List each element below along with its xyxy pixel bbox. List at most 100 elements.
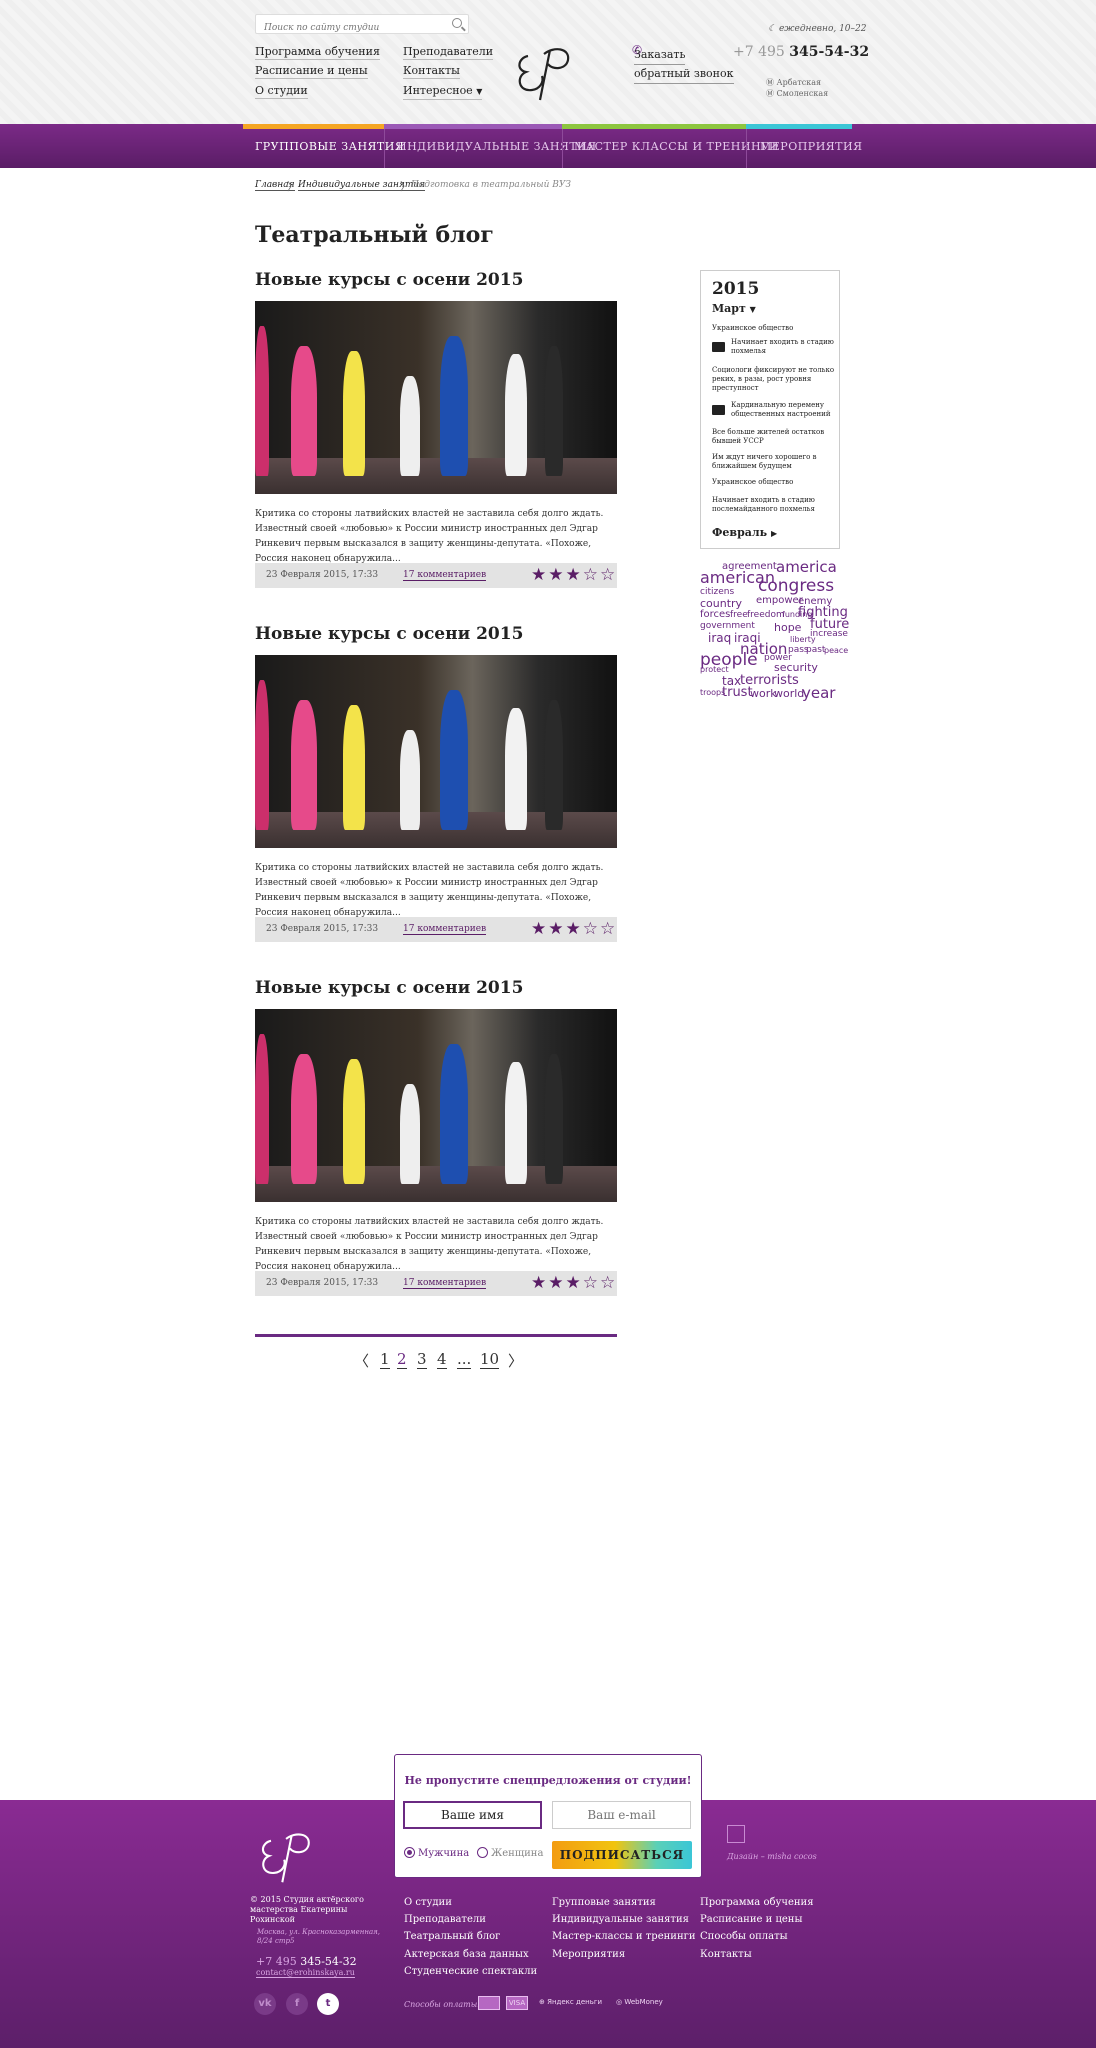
post-comments-link[interactable]: 17 комментариев bbox=[403, 570, 487, 581]
star-empty-icon[interactable]: ☆ bbox=[583, 919, 600, 939]
studio-logo[interactable] bbox=[510, 36, 580, 104]
footer-link-group[interactable]: Групповые занятия bbox=[552, 1897, 656, 1908]
callback-link[interactable]: Заказать обратный звонок bbox=[634, 46, 734, 84]
footer-link-contacts[interactable]: Контакты bbox=[700, 1949, 752, 1960]
gender-male-radio[interactable]: Мужчина bbox=[404, 1847, 469, 1859]
nav-teachers[interactable]: Преподаватели bbox=[403, 45, 494, 60]
post-photo[interactable] bbox=[255, 1009, 617, 1202]
mainnav-individual-classes[interactable]: ИНДИВИДУАЛЬНЫЕ ЗАНЯТИЯ bbox=[397, 140, 597, 153]
archive-item[interactable]: Социологи фиксируют не только реких, в р… bbox=[712, 366, 836, 393]
tag-link[interactable]: free bbox=[730, 611, 748, 620]
tag-link[interactable]: country bbox=[700, 598, 742, 609]
footer-phone[interactable]: +7 495 345-54-32 bbox=[256, 1955, 357, 1968]
nav-program[interactable]: Программа обучения bbox=[255, 45, 380, 60]
tag-link[interactable]: funding bbox=[782, 611, 812, 619]
post-comments-link[interactable]: 17 комментариев bbox=[403, 1278, 487, 1289]
tag-link[interactable]: work bbox=[750, 688, 777, 699]
tag-link[interactable]: citizens bbox=[700, 588, 734, 597]
design-credit[interactable]: Дизайн – misha cocos bbox=[727, 1852, 817, 1861]
post-photo[interactable] bbox=[255, 655, 617, 848]
tag-link[interactable]: liberty bbox=[790, 636, 816, 644]
star-filled-icon[interactable]: ★ bbox=[566, 565, 583, 585]
vk-icon[interactable]: vk bbox=[254, 1993, 276, 2015]
tag-link[interactable]: security bbox=[774, 662, 818, 673]
archive-item[interactable]: Начинает входить в стадию похмелья bbox=[731, 338, 837, 356]
star-filled-icon[interactable]: ★ bbox=[531, 565, 548, 585]
archive-prev-month[interactable]: Февраль ▶ bbox=[712, 526, 777, 539]
rating-stars[interactable]: ★★★☆☆ bbox=[531, 919, 617, 939]
subscribe-email-input[interactable] bbox=[552, 1801, 691, 1829]
star-empty-icon[interactable]: ☆ bbox=[583, 1273, 600, 1293]
tag-link[interactable]: hope bbox=[774, 622, 801, 633]
star-filled-icon[interactable]: ★ bbox=[548, 1273, 565, 1293]
nav-interesting[interactable]: Интересное ▼ bbox=[403, 84, 483, 100]
archive-item[interactable]: Все больше жителей остатков бывшей УССР bbox=[712, 428, 836, 446]
search-box[interactable] bbox=[255, 14, 469, 37]
nav-about[interactable]: О студии bbox=[255, 84, 308, 99]
tag-link[interactable]: peace bbox=[824, 647, 848, 655]
footer-link-blog[interactable]: Театральный блог bbox=[404, 1931, 500, 1942]
star-empty-icon[interactable]: ☆ bbox=[600, 1273, 617, 1293]
footer-link-masterclasses[interactable]: Мастер-классы и тренинги bbox=[552, 1931, 696, 1942]
footer-link-payment[interactable]: Способы оплаты bbox=[700, 1931, 788, 1942]
gender-female-radio[interactable]: Женщина bbox=[477, 1847, 543, 1859]
star-filled-icon[interactable]: ★ bbox=[566, 1273, 583, 1293]
star-empty-icon[interactable]: ☆ bbox=[600, 919, 617, 939]
mainnav-events[interactable]: МЕРОПРИЯТИЯ bbox=[760, 140, 863, 153]
pagination-next[interactable]: 〉 bbox=[508, 1350, 523, 1371]
tag-link[interactable]: freedom bbox=[747, 611, 785, 620]
tag-link[interactable]: year bbox=[802, 686, 835, 701]
subscribe-name-input[interactable] bbox=[403, 1801, 542, 1829]
rating-stars[interactable]: ★★★☆☆ bbox=[531, 565, 617, 585]
archive-item[interactable]: Украинское общество bbox=[712, 478, 836, 487]
star-empty-icon[interactable]: ☆ bbox=[583, 565, 600, 585]
archive-item[interactable]: Начинает входить в стадию послемайданног… bbox=[712, 496, 836, 514]
footer-email[interactable]: contact@erohinskaya.ru bbox=[256, 1968, 355, 1978]
archive-item[interactable]: Им ждут ничего хорошего в ближайшем буду… bbox=[712, 453, 836, 471]
star-filled-icon[interactable]: ★ bbox=[531, 1273, 548, 1293]
external-link-icon[interactable] bbox=[727, 1825, 745, 1843]
footer-link-program[interactable]: Программа обучения bbox=[700, 1897, 814, 1908]
tag-link[interactable]: protect bbox=[700, 666, 729, 674]
search-input[interactable] bbox=[256, 19, 436, 37]
archive-month[interactable]: Март ▼ bbox=[712, 302, 756, 315]
post-title[interactable]: Новые курсы с осени 2015 bbox=[255, 978, 523, 998]
nav-schedule[interactable]: Расписание и цены bbox=[255, 64, 368, 79]
star-filled-icon[interactable]: ★ bbox=[566, 919, 583, 939]
archive-item[interactable]: Украинское общество bbox=[712, 324, 836, 333]
post-title[interactable]: Новые курсы с осени 2015 bbox=[255, 270, 523, 290]
tag-link[interactable]: world bbox=[774, 688, 804, 699]
footer-link-events[interactable]: Мероприятия bbox=[552, 1949, 625, 1960]
header-phone[interactable]: +7 495 345-54-32 bbox=[733, 44, 869, 60]
footer-link-actors-db[interactable]: Актерская база данных bbox=[404, 1949, 529, 1960]
tag-link[interactable]: trust bbox=[722, 686, 753, 699]
pagination-prev[interactable]: 〈 bbox=[354, 1350, 369, 1371]
post-photo[interactable] bbox=[255, 301, 617, 494]
star-empty-icon[interactable]: ☆ bbox=[600, 565, 617, 585]
tag-link[interactable]: empower bbox=[756, 596, 803, 606]
star-filled-icon[interactable]: ★ bbox=[531, 919, 548, 939]
twitter-icon[interactable]: t bbox=[317, 1993, 339, 2015]
post-title[interactable]: Новые курсы с осени 2015 bbox=[255, 624, 523, 644]
mainnav-group-classes[interactable]: ГРУППОВЫЕ ЗАНЯТИЯ bbox=[255, 140, 404, 153]
tag-link[interactable]: congress bbox=[758, 578, 834, 595]
tag-link[interactable]: america bbox=[776, 560, 837, 575]
tag-link[interactable]: government bbox=[700, 622, 755, 631]
page-3[interactable]: 3 bbox=[417, 1350, 427, 1369]
page-10[interactable]: 10 bbox=[480, 1350, 500, 1369]
footer-link-performances[interactable]: Студенческие спектакли bbox=[404, 1966, 537, 1977]
page-4[interactable]: 4 bbox=[437, 1350, 447, 1369]
tag-link[interactable]: iraq bbox=[708, 632, 731, 644]
footer-link-individual[interactable]: Индивидуальные занятия bbox=[552, 1914, 689, 1925]
post-comments-link[interactable]: 17 комментариев bbox=[403, 924, 487, 935]
subscribe-button[interactable]: ПОДПИСАТЬСЯ bbox=[552, 1841, 692, 1869]
star-filled-icon[interactable]: ★ bbox=[548, 565, 565, 585]
facebook-icon[interactable]: f bbox=[286, 1993, 308, 2015]
footer-logo[interactable] bbox=[252, 1822, 322, 1886]
nav-contacts[interactable]: Контакты bbox=[403, 64, 460, 79]
archive-year[interactable]: 2015 bbox=[712, 279, 759, 299]
archive-item[interactable]: Кардинальную перемену общественных настр… bbox=[731, 401, 837, 419]
page-2[interactable]: 2 bbox=[397, 1350, 407, 1369]
footer-link-schedule[interactable]: Расписание и цены bbox=[700, 1914, 802, 1925]
search-icon[interactable] bbox=[452, 18, 462, 28]
